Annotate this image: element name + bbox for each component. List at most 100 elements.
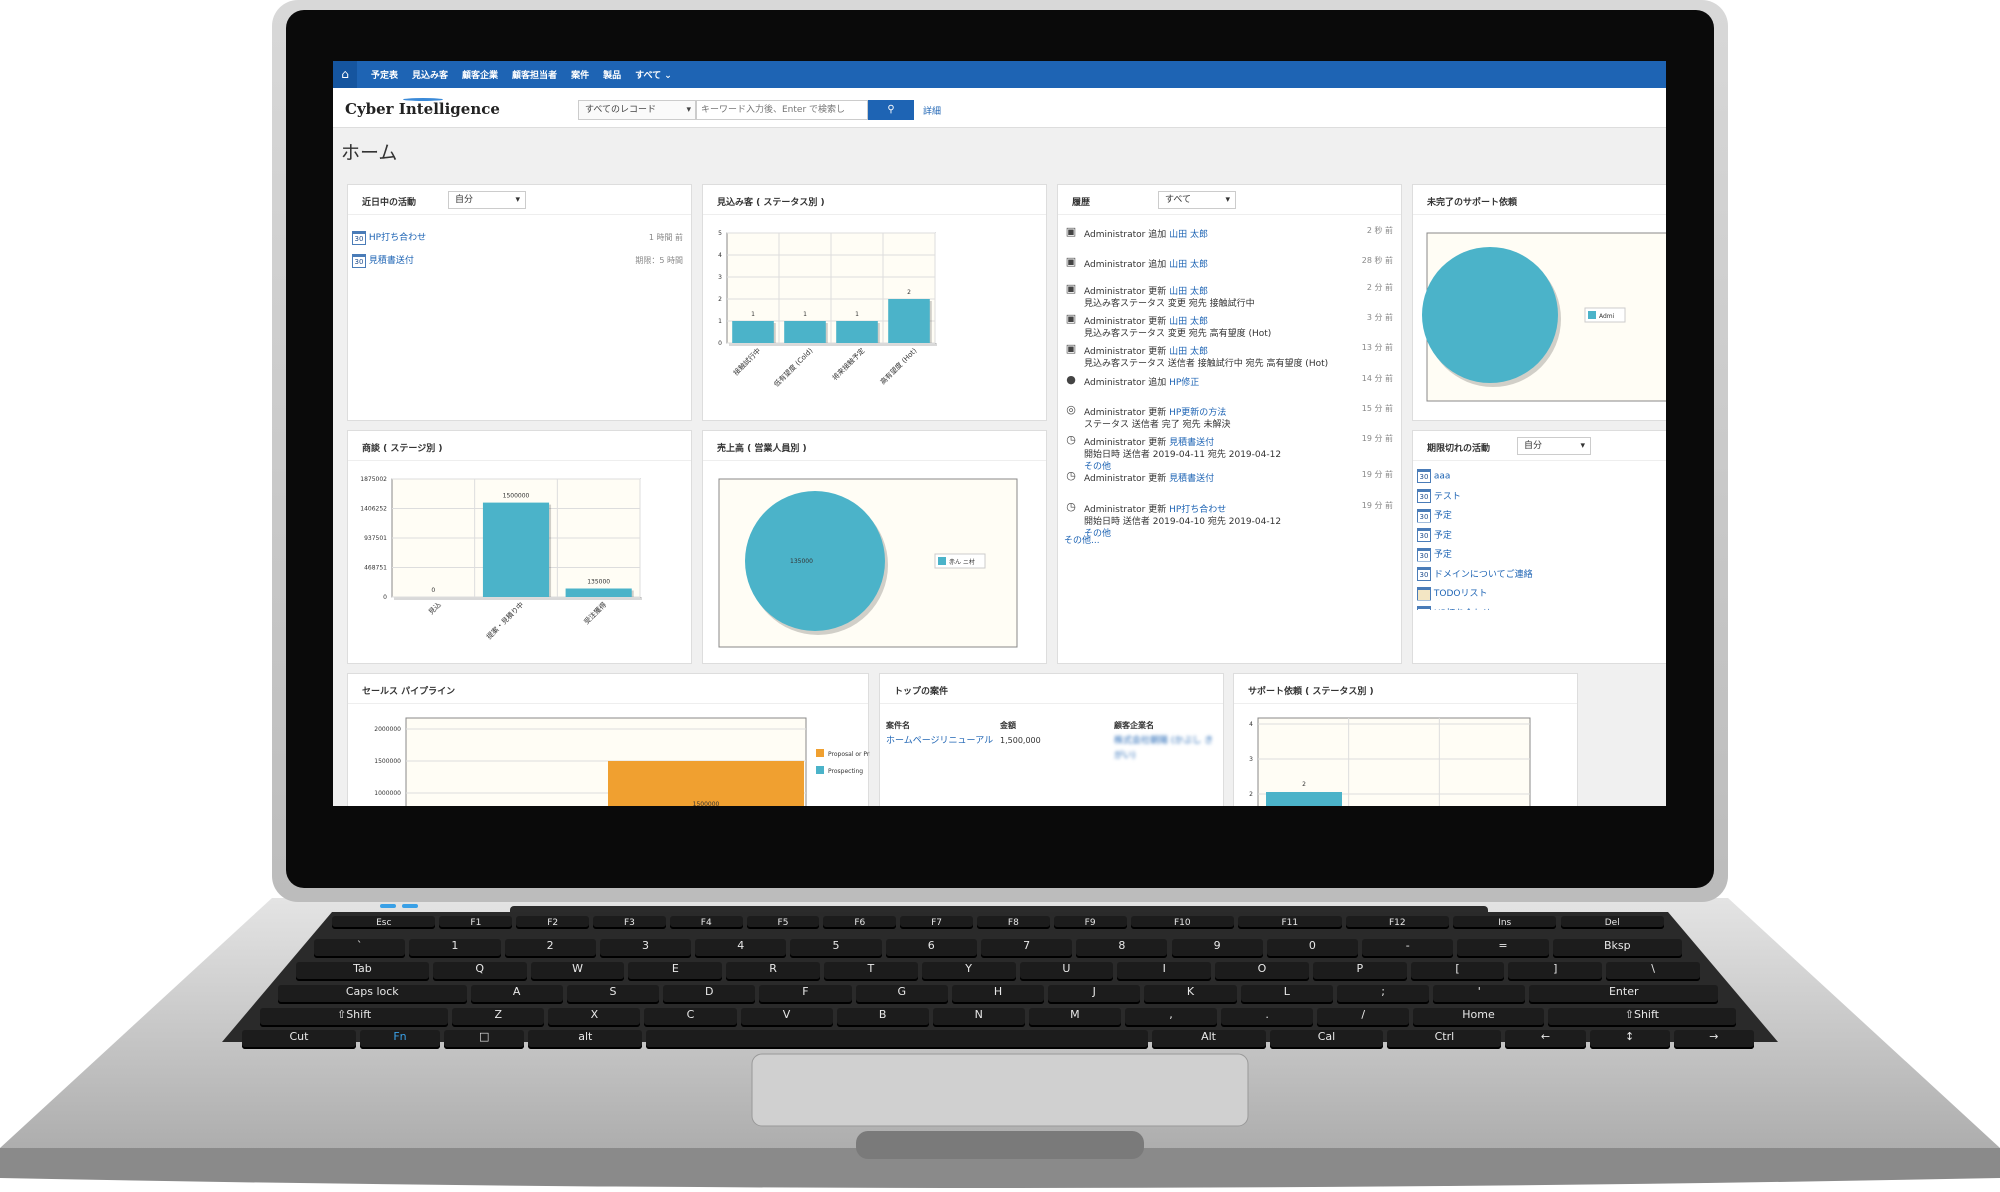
list-item: 30 予定 [1417, 547, 1452, 562]
deal-link[interactable]: ホームページリニューアル [886, 734, 994, 749]
history-target-link[interactable]: 山田 太郎 [1169, 260, 1208, 270]
overdue-activity-link[interactable]: テスト [1434, 492, 1461, 502]
key: ⇧Shift [260, 1008, 449, 1027]
history-more-all-link[interactable]: その他... [1064, 533, 1100, 546]
x-tick-label: 受注獲得 [582, 600, 608, 626]
calendar-icon: 30 [352, 230, 366, 245]
overdue-activity-link[interactable]: 予定 [1434, 550, 1452, 560]
x-tick-label: 提案・見積り中 [484, 600, 525, 641]
history-icon: ◎ [1066, 403, 1076, 416]
data-label: 1500000 [693, 801, 720, 806]
key: O [1215, 962, 1309, 981]
data-label: 0 [431, 587, 435, 594]
history-time: 2 分 前 [1366, 283, 1393, 292]
key: F9 [1053, 916, 1127, 929]
top-nav-bar: ⌂ 予定表 見込み客 顧客企業 顧客担当者 案件 製品 すべて ⌄ [333, 61, 1666, 88]
history-entry: Administrator 更新 見積書送付 [1084, 471, 1214, 484]
key: F4 [669, 916, 743, 929]
history-entry: Administrator 追加 山田 太郎 [1084, 257, 1208, 270]
history-filter-select[interactable]: すべて [1158, 191, 1236, 209]
key: Caps lock [278, 985, 467, 1004]
panel-title: 見込み客 ( ステータス別 ) [703, 185, 1046, 215]
recent-filter-select[interactable]: 自分 [448, 191, 526, 209]
key: ' [1433, 985, 1526, 1004]
key: U [1019, 962, 1114, 981]
nav-item-all[interactable]: すべて ⌄ [635, 68, 672, 81]
key: F [759, 985, 852, 1004]
legend-label: Proposal or Pric [828, 751, 870, 758]
activity-link[interactable]: HP打ち合わせ [369, 233, 426, 243]
history-detail: 見込み客ステータス 変更 宛先 接触試行中 [1084, 299, 1255, 309]
calendar-icon: 30 [1417, 606, 1431, 611]
nav-item-products[interactable]: 製品 [603, 68, 621, 81]
x-tick-label: 高有望度 (Hot) [878, 346, 918, 386]
panel-sales-pipeline: セールス パイプライン 1000000 1500000 2000000 1500000… [347, 673, 870, 806]
overdue-activity-link[interactable]: 予定 [1434, 531, 1452, 541]
advanced-search-link[interactable]: 詳細 [923, 104, 941, 117]
list-item: 30 HP打ち合わせ [1417, 606, 1491, 611]
key: F11 [1238, 916, 1342, 929]
key: → [1673, 1030, 1754, 1049]
bar [888, 299, 930, 343]
key: 1 [409, 939, 501, 958]
overdue-filter-select[interactable]: 自分 [1517, 437, 1591, 455]
data-label: 135000 [587, 579, 610, 586]
legend-swatch [1588, 311, 1596, 319]
data-label: 1 [803, 311, 807, 318]
nav-item-calendar[interactable]: 予定表 [371, 68, 398, 81]
overdue-activity-link[interactable]: TODOリスト [1434, 589, 1488, 599]
y-tick-label: 1000000 [374, 790, 401, 797]
y-tick-label: 2 [718, 296, 722, 303]
search-input[interactable] [696, 100, 868, 120]
nav-item-accounts[interactable]: 顧客企業 [462, 68, 498, 81]
overdue-activity-link[interactable]: aaa [1434, 472, 1451, 482]
history-target-link[interactable]: 見積書送付 [1169, 474, 1214, 484]
key: H [951, 985, 1045, 1004]
key: ; [1336, 985, 1430, 1004]
key: Tab [296, 962, 429, 981]
account-link[interactable]: 株式会社朝陽 (かぶし きがい) [1114, 734, 1214, 764]
nav-item-deals[interactable]: 案件 [571, 68, 589, 81]
overdue-activity-link[interactable]: 予定 [1434, 511, 1452, 521]
history-actor: Administrator 追加 [1084, 378, 1170, 388]
panel-overdue-activities: 期限切れの活動 自分 30 aaa30 テスト30 予定30 予定30 予定30… [1412, 430, 1666, 664]
overdue-activity-link[interactable]: HP打ち合わせ [1434, 609, 1491, 611]
history-time: 2 秒 前 [1366, 226, 1393, 235]
support-status-bar-chart: 2 3 4 2 [1249, 717, 1531, 806]
calendar-icon: 30 [1417, 528, 1431, 542]
y-tick-label: 3 [718, 274, 722, 281]
activity-link[interactable]: 見積書送付 [369, 256, 414, 266]
key: F3 [593, 916, 666, 929]
nav-item-leads[interactable]: 見込み客 [412, 68, 448, 81]
key: Ctrl [1387, 1030, 1502, 1049]
key: Q [432, 962, 527, 981]
key: W [530, 962, 625, 981]
panel-deals-by-stage: 商談 ( ステージ別 ) 0 468751 937501 1406252 1875002… [347, 430, 692, 664]
history-icon: ◷ [1066, 433, 1076, 446]
key: T [824, 962, 918, 981]
clipboard-icon [1417, 586, 1431, 601]
y-tick-label: 468751 [364, 565, 387, 572]
overdue-activity-link[interactable]: ドメインについてご連絡 [1434, 570, 1533, 580]
key: X [548, 1008, 641, 1027]
history-target-link[interactable]: HP修正 [1169, 378, 1199, 388]
nav-item-contacts[interactable]: 顧客担当者 [512, 68, 557, 81]
key: S [566, 985, 660, 1004]
panel-support-by-status: サポート依頼 ( ステータス別 ) 2 3 4 2 [1233, 673, 1578, 806]
home-icon[interactable]: ⌂ [333, 61, 357, 88]
history-target-link[interactable]: 山田 太郎 [1169, 230, 1208, 240]
laptop-mockup: Esc F1 F2 F3 F4 F5 F6 F7 F8 F9 F10 F11 F12 Ins Del ` 1 2 3… [0, 0, 2000, 1192]
history-entry: Administrator 追加 山田 太郎 [1084, 227, 1208, 240]
bar [565, 588, 632, 597]
key: , [1124, 1008, 1218, 1027]
y-tick-label: 1875002 [360, 476, 387, 483]
calendar-icon: 30 [1417, 567, 1431, 581]
y-tick-label: 1406252 [360, 505, 387, 512]
key: ` [314, 939, 406, 958]
search-button[interactable]: ⚲ [868, 100, 914, 120]
panel-top-deals: トップの案件 案件名 金額 顧客企業名 ホームページリニューアル 1,500,0… [879, 673, 1224, 806]
key: M [1028, 1008, 1121, 1027]
key: Z [452, 1008, 545, 1027]
key: Home [1413, 1008, 1544, 1027]
record-scope-select[interactable]: すべてのレコード ▾ [578, 100, 696, 120]
